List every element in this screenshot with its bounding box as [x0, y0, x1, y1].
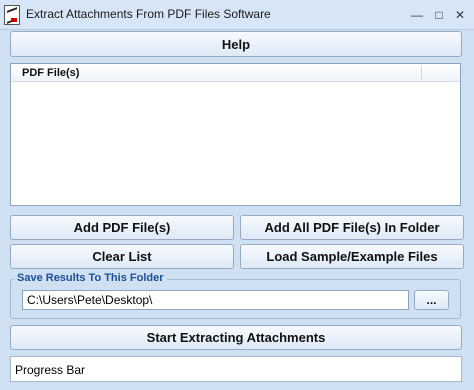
pdf-files-column-header[interactable]: PDF File(s): [22, 67, 79, 79]
pdf-file-list[interactable]: PDF File(s): [10, 63, 461, 206]
help-button[interactable]: Help: [10, 31, 462, 57]
add-pdf-files-button[interactable]: Add PDF File(s): [10, 215, 234, 240]
start-extracting-button[interactable]: Start Extracting Attachments: [10, 325, 462, 350]
window-title: Extract Attachments From PDF Files Softw…: [26, 7, 271, 21]
output-folder-input[interactable]: [22, 290, 409, 310]
maximize-icon[interactable]: □: [432, 8, 446, 22]
pdf-app-icon[interactable]: [4, 5, 20, 25]
add-all-pdf-folder-button[interactable]: Add All PDF File(s) In Folder: [240, 215, 464, 240]
save-results-label: Save Results To This Folder: [14, 272, 167, 284]
progress-bar: Progress Bar: [10, 356, 462, 382]
column-divider[interactable]: [421, 66, 422, 80]
progress-label: Progress Bar: [15, 363, 86, 377]
close-icon[interactable]: ✕: [453, 8, 467, 22]
list-header: PDF File(s): [11, 64, 460, 82]
browse-folder-button[interactable]: ...: [414, 290, 449, 310]
load-sample-files-button[interactable]: Load Sample/Example Files: [240, 244, 464, 269]
title-bar: Extract Attachments From PDF Files Softw…: [0, 0, 474, 30]
minimize-icon[interactable]: —: [410, 8, 424, 22]
clear-list-button[interactable]: Clear List: [10, 244, 234, 269]
